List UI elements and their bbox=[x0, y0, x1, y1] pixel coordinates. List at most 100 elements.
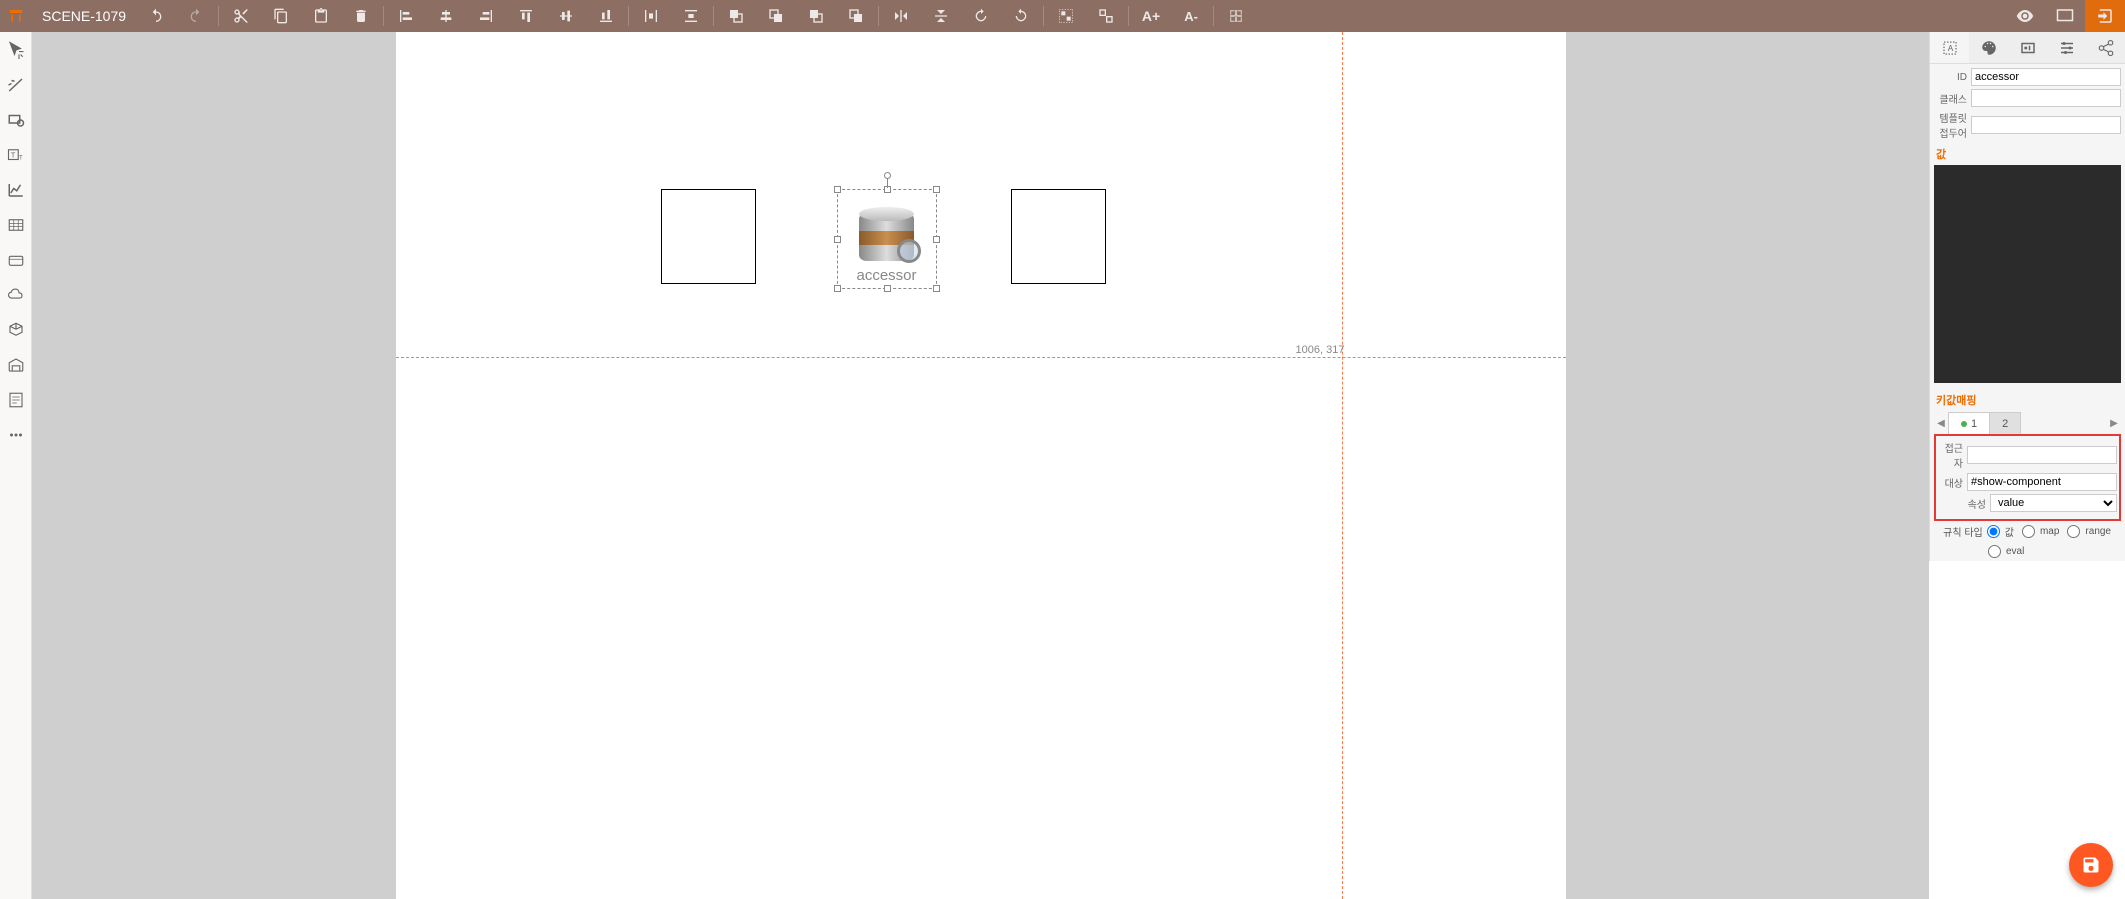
bring-forward-button[interactable] bbox=[756, 0, 796, 32]
coord-label: 1006, 317 bbox=[1296, 344, 1345, 356]
resize-handle-sw[interactable] bbox=[834, 285, 841, 292]
text-tool-icon[interactable]: TT bbox=[0, 137, 32, 172]
svg-text:T: T bbox=[19, 155, 23, 161]
resize-handle-w[interactable] bbox=[834, 236, 841, 243]
resize-handle-nw[interactable] bbox=[834, 186, 841, 193]
align-left-button[interactable] bbox=[386, 0, 426, 32]
distribute-v-button[interactable] bbox=[671, 0, 711, 32]
kv-tab-2[interactable]: 2 bbox=[1989, 412, 2021, 434]
ungroup-button[interactable] bbox=[1086, 0, 1126, 32]
align-bottom-button[interactable] bbox=[586, 0, 626, 32]
select-tool-icon[interactable] bbox=[0, 32, 32, 67]
save-icon bbox=[2081, 855, 2101, 875]
delete-button[interactable] bbox=[341, 0, 381, 32]
rotate-ccw-button[interactable] bbox=[1001, 0, 1041, 32]
kv-tab-label: 2 bbox=[2002, 418, 2008, 430]
font-increase-button[interactable]: A+ bbox=[1131, 0, 1171, 32]
target-input[interactable] bbox=[1967, 473, 2117, 491]
kv-prev-icon[interactable]: ◀ bbox=[1934, 418, 1948, 429]
rule-radio-eval[interactable] bbox=[1988, 545, 2001, 558]
fullscreen-button[interactable] bbox=[2045, 0, 2085, 32]
resize-handle-se[interactable] bbox=[933, 285, 940, 292]
resize-handle-e[interactable] bbox=[933, 236, 940, 243]
send-backward-button[interactable] bbox=[796, 0, 836, 32]
fit-canvas-button[interactable] bbox=[1216, 0, 1256, 32]
mapping-highlight-box: 접근자 대상 속성 value bbox=[1934, 434, 2121, 521]
id-input[interactable] bbox=[1971, 68, 2121, 86]
paste-button[interactable] bbox=[301, 0, 341, 32]
shape-tool-icon[interactable] bbox=[0, 102, 32, 137]
target-label: 대상 bbox=[1938, 475, 1967, 490]
rule-radio-map[interactable] bbox=[2022, 525, 2035, 538]
rect-shape[interactable] bbox=[1011, 189, 1106, 284]
class-input[interactable] bbox=[1971, 89, 2121, 107]
left-toolbar: TT bbox=[0, 32, 32, 899]
send-back-button[interactable] bbox=[836, 0, 876, 32]
save-fab-button[interactable] bbox=[2069, 843, 2113, 887]
cut-button[interactable] bbox=[221, 0, 261, 32]
guide-horizontal bbox=[396, 357, 1566, 358]
class-label: 클래스 bbox=[1934, 91, 1971, 106]
panel-tab-style[interactable] bbox=[1969, 32, 2008, 63]
align-center-v-button[interactable] bbox=[546, 0, 586, 32]
align-center-h-button[interactable] bbox=[426, 0, 466, 32]
canvas[interactable]: 1006, 317 bbox=[396, 32, 1566, 899]
kv-next-icon[interactable]: ▶ bbox=[2107, 418, 2121, 429]
value-editor[interactable] bbox=[1934, 165, 2121, 383]
rule-opt-label: map bbox=[2040, 526, 2059, 537]
container-tool-icon[interactable] bbox=[0, 242, 32, 277]
panel-tab-effect[interactable] bbox=[2008, 32, 2047, 63]
line-tool-icon[interactable] bbox=[0, 67, 32, 102]
prop-label: 속성 bbox=[1938, 496, 1990, 511]
accessor-input[interactable] bbox=[1967, 446, 2117, 464]
font-decrease-button[interactable]: A- bbox=[1171, 0, 1211, 32]
rule-radio-value[interactable] bbox=[1987, 525, 2000, 538]
form-tool-icon[interactable] bbox=[0, 382, 32, 417]
exit-button[interactable] bbox=[2085, 0, 2125, 32]
panel-tab-share[interactable] bbox=[2086, 32, 2125, 63]
svg-text:A: A bbox=[1947, 44, 1953, 53]
value-section-title: 값 bbox=[1936, 146, 2121, 162]
more-tool-icon[interactable] bbox=[0, 417, 32, 452]
canvas-area[interactable]: 1006, 317 bbox=[32, 32, 1929, 899]
bring-front-button[interactable] bbox=[716, 0, 756, 32]
undo-button[interactable] bbox=[136, 0, 176, 32]
warehouse-tool-icon[interactable] bbox=[0, 347, 32, 382]
align-top-button[interactable] bbox=[506, 0, 546, 32]
top-toolbar: SCENE-1079 A+ A- bbox=[0, 0, 2125, 32]
kv-tab-1[interactable]: 1 bbox=[1948, 412, 1990, 434]
3d-tool-icon[interactable] bbox=[0, 312, 32, 347]
prefix-input[interactable] bbox=[1971, 116, 2121, 134]
guide-vertical bbox=[1342, 32, 1343, 899]
distribute-h-button[interactable] bbox=[631, 0, 671, 32]
rule-opt-label: range bbox=[2085, 526, 2111, 537]
redo-button[interactable] bbox=[176, 0, 216, 32]
cloud-tool-icon[interactable] bbox=[0, 277, 32, 312]
rule-radio-range[interactable] bbox=[2067, 525, 2080, 538]
table-tool-icon[interactable] bbox=[0, 207, 32, 242]
rule-opt-label: 값 bbox=[2005, 524, 2014, 539]
active-dot-icon bbox=[1961, 421, 1967, 427]
property-panel: A ID 클래스 템플릿 접두어 값 bbox=[1929, 32, 2125, 561]
flip-v-button[interactable] bbox=[921, 0, 961, 32]
flip-h-button[interactable] bbox=[881, 0, 921, 32]
chart-tool-icon[interactable] bbox=[0, 172, 32, 207]
rotate-stem bbox=[887, 178, 888, 188]
kv-section-title: 키값매핑 bbox=[1936, 392, 2121, 408]
group-button[interactable] bbox=[1046, 0, 1086, 32]
resize-handle-ne[interactable] bbox=[933, 186, 940, 193]
panel-tab-properties[interactable]: A bbox=[1930, 32, 1969, 63]
rect-shape[interactable] bbox=[661, 189, 756, 284]
kv-tab-label: 1 bbox=[1971, 418, 1977, 430]
copy-button[interactable] bbox=[261, 0, 301, 32]
app-logo-icon bbox=[0, 0, 32, 32]
resize-handle-s[interactable] bbox=[884, 285, 891, 292]
rule-type-label: 규칙 타입 bbox=[1936, 524, 1987, 539]
rotate-cw-button[interactable] bbox=[961, 0, 1001, 32]
panel-tab-settings[interactable] bbox=[2047, 32, 2086, 63]
rule-opt-label: eval bbox=[2006, 546, 2024, 557]
align-right-button[interactable] bbox=[466, 0, 506, 32]
prop-select[interactable]: value bbox=[1990, 494, 2117, 512]
accessor-component[interactable]: accessor bbox=[846, 192, 928, 284]
preview-button[interactable] bbox=[2005, 0, 2045, 32]
